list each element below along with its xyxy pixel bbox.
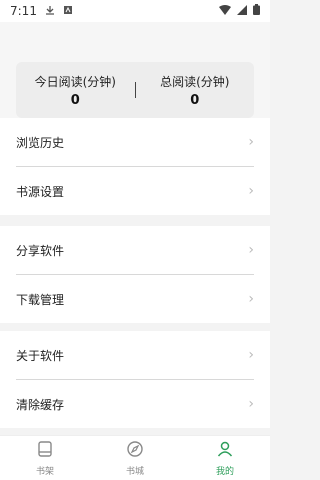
total-reading-stat: 总阅读(分钟) 0 [136, 73, 255, 108]
chevron-right-icon: › [248, 396, 254, 412]
bottom-tab-bar: 书架 书城 我的 [0, 435, 270, 480]
chevron-right-icon: › [248, 291, 254, 307]
download-icon [45, 5, 55, 18]
menu-item-label: 下载管理 [16, 292, 65, 307]
bookshelf-icon [36, 440, 54, 462]
menu-item-history[interactable]: 浏览历史 › [0, 118, 270, 166]
chevron-right-icon: › [248, 134, 254, 150]
notification-icon [63, 5, 73, 18]
compass-icon [126, 440, 144, 462]
signal-icon [237, 4, 247, 18]
menu-item-label: 浏览历史 [16, 135, 65, 150]
reading-stats-card: 今日阅读(分钟) 0 总阅读(分钟) 0 [16, 62, 254, 118]
menu-group-1: 浏览历史 › 书源设置 › [0, 118, 270, 215]
battery-icon [253, 4, 260, 18]
status-time: 7:11 [10, 4, 37, 18]
tab-mine[interactable]: 我的 [180, 436, 270, 480]
menu-item-share[interactable]: 分享软件 › [0, 226, 270, 274]
menu-group-3: 关于软件 › 清除缓存 › [0, 331, 270, 428]
tab-bookshelf[interactable]: 书架 [0, 436, 90, 480]
chevron-right-icon: › [248, 183, 254, 199]
user-icon [216, 440, 234, 462]
status-bar: 7:11 [0, 0, 270, 22]
menu-item-label: 分享软件 [16, 243, 65, 258]
today-reading-label: 今日阅读(分钟) [34, 74, 116, 89]
menu-item-label: 关于软件 [16, 348, 65, 363]
tab-label: 我的 [215, 466, 234, 477]
menu-item-label: 书源设置 [16, 184, 65, 199]
menu-item-about[interactable]: 关于软件 › [0, 331, 270, 379]
tab-label: 书架 [35, 466, 54, 477]
tab-bookstore[interactable]: 书城 [90, 436, 180, 480]
tab-label: 书城 [125, 466, 144, 477]
menu-item-label: 清除缓存 [16, 397, 65, 412]
wifi-icon [219, 4, 231, 18]
chevron-right-icon: › [248, 347, 254, 363]
menu-group-2: 分享软件 › 下载管理 › [0, 226, 270, 323]
chevron-right-icon: › [248, 242, 254, 258]
menu-item-source-settings[interactable]: 书源设置 › [0, 167, 270, 215]
today-reading-value: 0 [70, 92, 80, 108]
menu-item-clear-cache[interactable]: 清除缓存 › [0, 380, 270, 428]
menu-item-downloads[interactable]: 下载管理 › [0, 275, 270, 323]
total-reading-value: 0 [190, 92, 200, 108]
total-reading-label: 总阅读(分钟) [160, 74, 230, 89]
today-reading-stat: 今日阅读(分钟) 0 [16, 73, 135, 108]
